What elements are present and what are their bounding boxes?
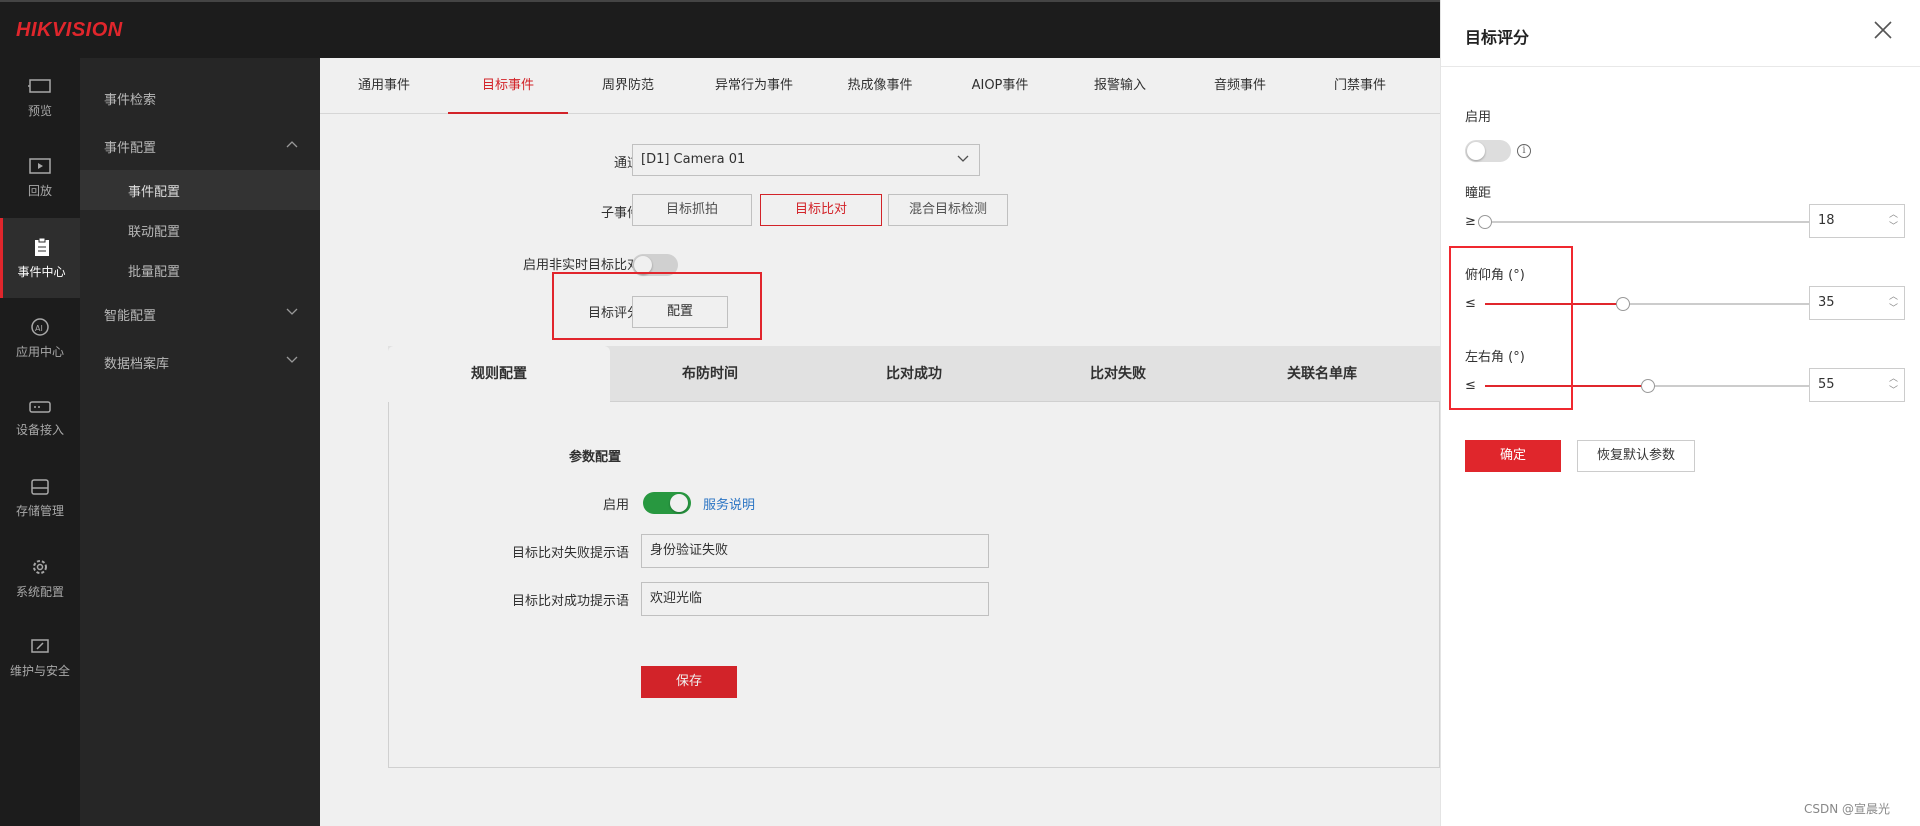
- clipboard-icon: [34, 237, 49, 256]
- subnav-item-archive-db[interactable]: 数据档案库: [80, 342, 320, 382]
- nav-item-playback[interactable]: 回放: [0, 138, 80, 218]
- nav-item-event-center[interactable]: 事件中心: [0, 218, 80, 298]
- confirm-button[interactable]: 确定: [1465, 440, 1561, 472]
- watermark: CSDN @宣晨光: [1804, 802, 1891, 816]
- storage-icon: [31, 478, 49, 495]
- device-icon: [29, 400, 51, 413]
- pitch-angle-input[interactable]: 35 ︿ ﹀: [1809, 286, 1905, 320]
- ai-icon: AI: [31, 317, 49, 336]
- nav-label: 存储管理: [15, 503, 64, 518]
- pupil-distance-input[interactable]: 18 ︿ ﹀: [1809, 204, 1905, 238]
- subnav-background: [80, 385, 320, 826]
- chevron-down-icon: [286, 308, 298, 315]
- subnav-item-linkage-config[interactable]: 联动配置: [80, 210, 320, 250]
- subnav-label: 批量配置: [128, 264, 181, 280]
- pupil-distance-value: 18: [1818, 213, 1835, 228]
- main-nav: 预览 回放 事件中心 AI 应用中心 设备接入 存储管理 系统配置 维护与安全: [0, 58, 80, 826]
- target-score-drawer: 目标评分 启用 i 瞳距 ≥ 18 ︿ ﹀ 俯仰角 (°) ≤ 35 ︿ ﹀ 左右角…: [1440, 0, 1920, 826]
- spinner-icon[interactable]: ︿ ﹀: [1889, 291, 1898, 315]
- pupil-distance-label: 瞳距: [1465, 186, 1492, 201]
- brand-logo: HIKVISION: [16, 19, 123, 41]
- nav-item-device-access[interactable]: 设备接入: [0, 378, 80, 458]
- nav-label: 事件中心: [17, 264, 66, 279]
- shield-icon: [31, 638, 49, 653]
- subnav-item-event-config[interactable]: 事件配置: [80, 126, 320, 166]
- pitch-slider-handle[interactable]: [1616, 297, 1631, 311]
- pupil-operator: ≥: [1465, 214, 1476, 229]
- nav-label: 系统配置: [15, 584, 64, 599]
- close-icon[interactable]: [1871, 18, 1895, 42]
- subnav-label: 事件配置: [128, 184, 181, 200]
- pupil-slider-handle[interactable]: [1478, 215, 1492, 229]
- nav-label: 应用中心: [15, 344, 64, 359]
- nav-label: 维护与安全: [9, 663, 70, 678]
- drawer-enable-label: 启用: [1465, 110, 1492, 125]
- modal-overlay: [320, 58, 1440, 826]
- nav-label: 预览: [27, 103, 52, 118]
- subnav-label: 智能配置: [104, 308, 157, 324]
- pitch-angle-value: 35: [1818, 295, 1835, 310]
- toggle-knob: [1467, 142, 1485, 160]
- spinner-icon[interactable]: ︿ ﹀: [1889, 373, 1898, 397]
- subnav-label: 数据档案库: [104, 356, 170, 372]
- nav-item-storage[interactable]: 存储管理: [0, 458, 80, 538]
- drawer-divider: [1441, 66, 1920, 67]
- drawer-title: 目标评分: [1465, 28, 1530, 47]
- nav-item-app-center[interactable]: AI 应用中心: [0, 298, 80, 378]
- highlight-box: [1449, 246, 1573, 410]
- pupil-slider-track[interactable]: [1485, 221, 1839, 223]
- nav-item-maintenance[interactable]: 维护与安全: [0, 618, 80, 698]
- yaw-angle-value: 55: [1818, 377, 1835, 392]
- subnav-label: 事件检索: [104, 92, 157, 108]
- subnav-item-event-config-child[interactable]: 事件配置: [80, 170, 320, 210]
- nav-item-preview[interactable]: 预览: [0, 58, 80, 138]
- spinner-icon[interactable]: ︿ ﹀: [1889, 209, 1898, 233]
- play-icon: [29, 157, 51, 174]
- chevron-up-icon: [286, 141, 298, 148]
- nav-item-system-config[interactable]: 系统配置: [0, 538, 80, 618]
- info-icon[interactable]: i: [1517, 144, 1531, 158]
- subnav-label: 联动配置: [128, 224, 181, 240]
- subnav-item-smart-config[interactable]: 智能配置: [80, 294, 320, 334]
- subnav-item-batch-config[interactable]: 批量配置: [80, 250, 320, 290]
- yaw-angle-input[interactable]: 55 ︿ ﹀: [1809, 368, 1905, 402]
- gear-icon: [33, 559, 47, 574]
- monitor-icon: [28, 78, 51, 93]
- nav-label: 设备接入: [15, 422, 64, 437]
- drawer-enable-toggle[interactable]: [1465, 140, 1511, 162]
- top-bar: HIKVISION: [0, 0, 1440, 58]
- svg-text:AI: AI: [35, 324, 43, 333]
- sub-nav: 事件检索 事件配置 事件配置 联动配置 批量配置 智能配置 数据档案库: [80, 58, 320, 385]
- nav-label: 回放: [27, 183, 52, 198]
- subnav-item-event-search[interactable]: 事件检索: [80, 78, 320, 118]
- subnav-label: 事件配置: [104, 140, 157, 156]
- chevron-down-icon: [286, 356, 298, 363]
- restore-defaults-button[interactable]: 恢复默认参数: [1577, 440, 1695, 472]
- yaw-slider-handle[interactable]: [1640, 379, 1655, 393]
